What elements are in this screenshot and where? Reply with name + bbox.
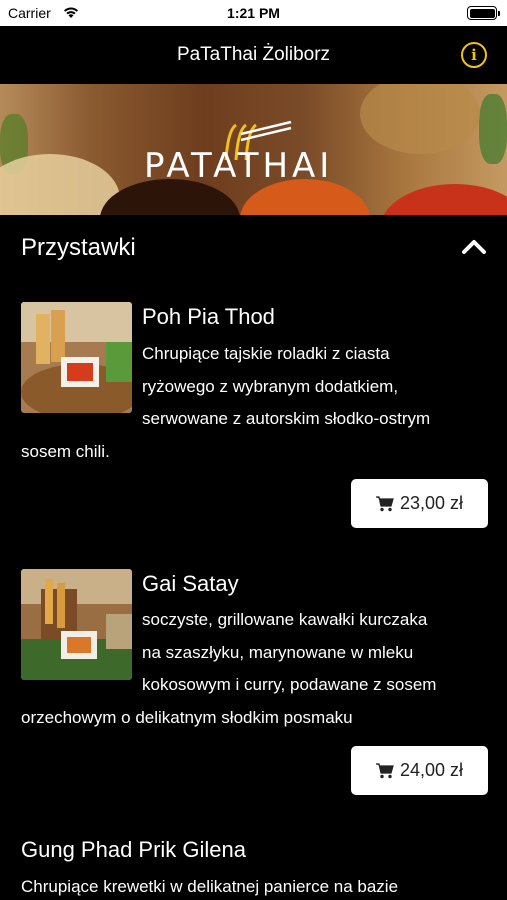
- item-description: soczyste, grillowane kawałki kurczaka na…: [21, 610, 437, 727]
- restaurant-banner: PATATHAI: [0, 84, 507, 215]
- price-label: 23,00 zł: [399, 493, 464, 513]
- section-title: Przystawki: [21, 234, 136, 261]
- item-name: Poh Pia Thod: [142, 304, 275, 329]
- clock: 1:21 PM: [227, 5, 280, 21]
- info-icon[interactable]: i: [461, 42, 487, 68]
- add-to-cart-button[interactable]: 23,00 zł: [351, 479, 488, 528]
- item-name: Gai Satay: [142, 571, 239, 596]
- add-to-cart-button[interactable]: 24,00 zł: [351, 746, 488, 795]
- item-name: Gung Phad Prik Gilena: [21, 837, 247, 862]
- cart-icon: [375, 762, 394, 778]
- item-description: Chrupiące tajskie roladki z ciasta ryżow…: [21, 344, 431, 461]
- status-bar: Carrier 1:21 PM: [0, 0, 507, 26]
- item-description: Chrupiące krewetki w delikatnej panierce…: [21, 877, 399, 896]
- price-label: 24,00 zł: [399, 760, 464, 780]
- battery-icon: [467, 6, 500, 20]
- page-title: PaTaThai Żoliborz: [176, 44, 331, 65]
- section-header[interactable]: Przystawki: [0, 215, 507, 281]
- restaurant-logo: PATATHAI: [144, 146, 334, 186]
- chevron-up-icon[interactable]: [461, 237, 487, 255]
- navigation-bar: PaTaThai Żoliborz i: [0, 26, 507, 84]
- cart-icon: [375, 495, 394, 511]
